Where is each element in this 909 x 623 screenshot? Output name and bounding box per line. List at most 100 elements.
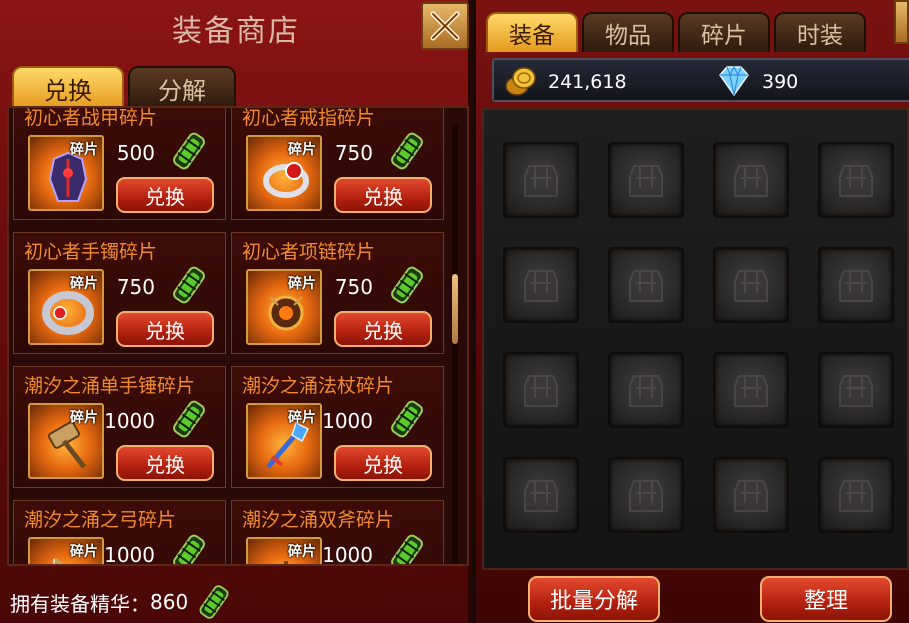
- tab-items[interactable]: 物品: [582, 12, 674, 52]
- exchange-button[interactable]: 兑换: [334, 311, 432, 347]
- inventory-tabs: 装备 物品 碎片 时装: [486, 12, 866, 52]
- inventory-slot[interactable]: [608, 247, 684, 323]
- inventory-slot[interactable]: [608, 142, 684, 218]
- item-icon-frame[interactable]: 碎片: [246, 269, 322, 345]
- essence-icon: [391, 266, 423, 304]
- diamond-amount: 390: [762, 71, 799, 93]
- inventory-slot[interactable]: [608, 352, 684, 428]
- exchange-button[interactable]: 兑换: [334, 445, 432, 481]
- empty-slot-icon: [629, 270, 663, 302]
- tab-decompose[interactable]: 分解: [128, 66, 236, 108]
- exchange-button[interactable]: 兑换: [116, 311, 214, 347]
- empty-slot-icon: [839, 375, 873, 407]
- item-cost: 1000: [104, 543, 155, 566]
- empty-slot-icon: [524, 375, 558, 407]
- inventory-slot[interactable]: [608, 457, 684, 533]
- inventory-slot[interactable]: [818, 247, 894, 323]
- exchange-button[interactable]: 兑换: [334, 177, 432, 213]
- fragment-tag: 碎片: [70, 544, 98, 560]
- essence-footer: 拥有装备精华： 860: [10, 582, 234, 622]
- essence-icon: [391, 534, 423, 564]
- bulk-decompose-button[interactable]: 批量分解: [528, 576, 660, 622]
- inventory-slot[interactable]: [503, 247, 579, 323]
- sort-button[interactable]: 整理: [760, 576, 892, 622]
- essence-icon: [173, 132, 205, 170]
- gold-amount: 241,618: [548, 71, 627, 93]
- item-name: 潮汐之涌之弓碎片: [24, 509, 177, 531]
- item-icon-frame[interactable]: 碎片: [246, 403, 322, 479]
- empty-slot-icon: [524, 270, 558, 302]
- shop-item-card: 初心者项链碎片 碎片 750 兑换: [231, 232, 444, 354]
- fragment-tag: 碎片: [70, 410, 98, 426]
- item-cost: 1000: [104, 409, 155, 433]
- item-cost: 750: [116, 275, 155, 299]
- diamond-icon: [719, 65, 749, 97]
- exchange-button[interactable]: 兑换: [116, 445, 214, 481]
- essence-label: 拥有装备精华：: [10, 591, 150, 616]
- inventory-slot[interactable]: [713, 247, 789, 323]
- shop-tabs: 兑换 分解: [12, 66, 236, 108]
- item-name: 初心者战甲碎片: [24, 107, 158, 129]
- item-icon-frame[interactable]: 碎片: [246, 135, 322, 211]
- close-button[interactable]: [421, 2, 469, 50]
- empty-slot-icon: [734, 375, 768, 407]
- fragment-tag: 碎片: [288, 544, 316, 560]
- scroll-thumb[interactable]: [452, 274, 458, 344]
- empty-slot-icon: [524, 165, 558, 197]
- tab-fragments[interactable]: 碎片: [678, 12, 770, 52]
- empty-slot-icon: [839, 480, 873, 512]
- fragment-tag: 碎片: [288, 276, 316, 292]
- shop-item-card: 初心者戒指碎片 碎片 750 兑换: [231, 107, 444, 220]
- essence-icon: [173, 534, 205, 564]
- panel-corner-button[interactable]: [894, 0, 909, 44]
- essence-icon: [199, 585, 229, 619]
- empty-slot-icon: [524, 480, 558, 512]
- item-cost: 500: [116, 141, 155, 165]
- inventory-grid: [482, 108, 909, 570]
- gold-coin-icon: [505, 67, 536, 96]
- currency-bar: 241,618 390: [492, 58, 909, 102]
- essence-icon: [391, 132, 423, 170]
- inventory-slot[interactable]: [713, 352, 789, 428]
- item-name: 初心者戒指碎片: [242, 107, 376, 129]
- item-icon-frame[interactable]: 碎片: [28, 537, 104, 564]
- empty-slot-icon: [734, 270, 768, 302]
- exchange-button[interactable]: 兑换: [116, 177, 214, 213]
- item-cost: 1000: [322, 409, 373, 433]
- item-icon-frame[interactable]: 碎片: [28, 135, 104, 211]
- item-name: 潮汐之涌单手锤碎片: [24, 375, 196, 397]
- shop-title: 装备商店: [172, 14, 300, 49]
- shop-item-card: 初心者手镯碎片碎片 750 兑换: [13, 232, 226, 354]
- tab-fashion[interactable]: 时装: [774, 12, 866, 52]
- empty-slot-icon: [629, 165, 663, 197]
- tab-equipment[interactable]: 装备: [486, 12, 578, 52]
- inventory-slot[interactable]: [818, 352, 894, 428]
- item-icon-frame[interactable]: 碎片: [246, 537, 322, 564]
- inventory-slot[interactable]: [713, 142, 789, 218]
- inventory-slot[interactable]: [503, 457, 579, 533]
- shop-item-card: 初心者战甲碎片碎片 500 兑换: [13, 107, 226, 220]
- inventory-slot[interactable]: [503, 352, 579, 428]
- fragment-tag: 碎片: [70, 276, 98, 292]
- shop-scrollbar[interactable]: [452, 124, 458, 564]
- tab-exchange[interactable]: 兑换: [12, 66, 124, 108]
- inventory-panel: 装备 物品 碎片 时装 241,618 390 批量分解 整理: [476, 0, 909, 623]
- shop-item-list[interactable]: 初心者战甲碎片 碎片 500 兑换 初心者戒指碎片 碎片 750 兑换 初心者手镯碎片 碎片 750…: [7, 106, 469, 566]
- inventory-slot[interactable]: [503, 142, 579, 218]
- inventory-slot[interactable]: [713, 457, 789, 533]
- fragment-tag: 碎片: [288, 142, 316, 158]
- empty-slot-icon: [839, 270, 873, 302]
- shop-item-card: 潮汐之涌之弓碎片碎片1000兑换: [13, 500, 226, 566]
- item-icon-frame[interactable]: 碎片: [28, 403, 104, 479]
- essence-value: 860: [150, 590, 189, 614]
- inventory-slot[interactable]: [818, 457, 894, 533]
- shop-item-card: 潮汐之涌法杖碎片 碎片 1000 兑换: [231, 366, 444, 488]
- empty-slot-icon: [734, 480, 768, 512]
- fragment-tag: 碎片: [70, 142, 98, 158]
- item-name: 初心者手镯碎片: [24, 241, 158, 263]
- inventory-slot[interactable]: [818, 142, 894, 218]
- essence-icon: [173, 266, 205, 304]
- item-icon-frame[interactable]: 碎片: [28, 269, 104, 345]
- close-icon: [430, 11, 460, 41]
- item-name: 初心者项链碎片: [242, 241, 376, 263]
